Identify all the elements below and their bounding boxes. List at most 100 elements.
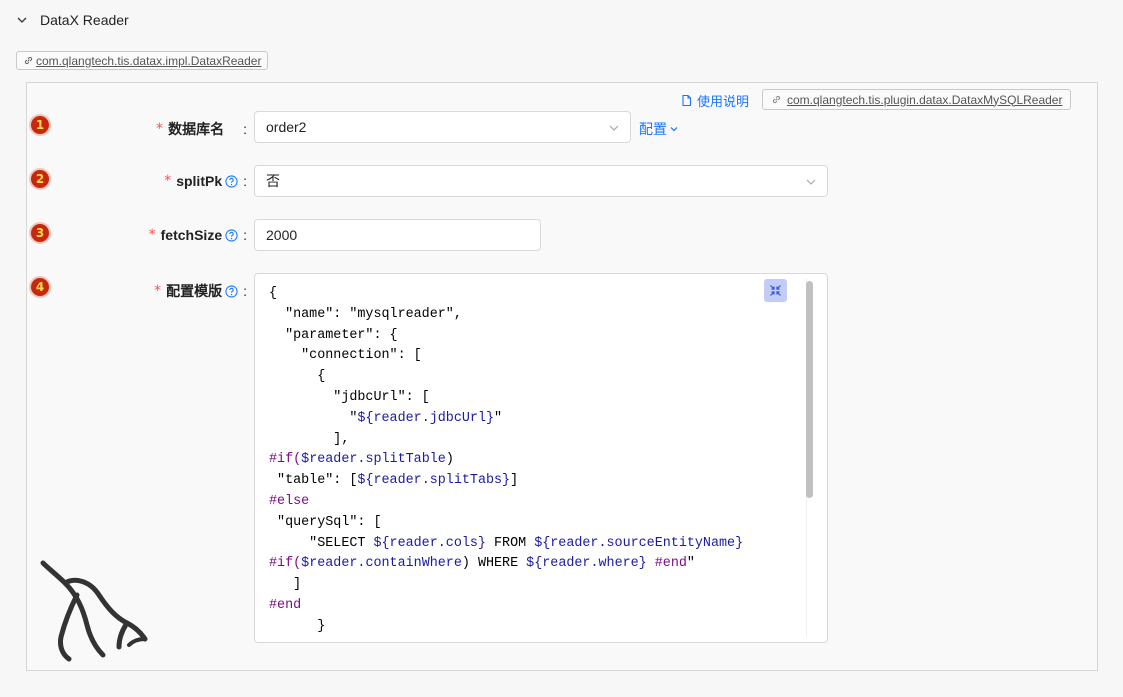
usage-doc-link[interactable]: 使用说明 — [680, 91, 749, 110]
code-line: "jdbcUrl": [ — [269, 388, 743, 409]
chevron-down-icon — [17, 17, 27, 23]
code-text: " — [494, 410, 503, 426]
code-text: ] — [269, 577, 302, 593]
field-label-text: 数据库名 — [168, 121, 225, 137]
code-line: "table": [${reader.splitTabs}] — [269, 471, 743, 492]
code-line: } — [269, 617, 743, 638]
question-circle-icon[interactable] — [225, 174, 238, 188]
code-line: #if($reader.splitTable) — [269, 450, 743, 471]
code-text: ] — [510, 473, 519, 489]
code-variable: ${reader.cols} — [373, 535, 486, 551]
code-text: "SELECT — [269, 535, 374, 551]
impl-class-tag[interactable]: com.qlangtech.tis.datax.impl.DataxReader — [16, 51, 269, 70]
code-text: "table": [ — [269, 473, 358, 489]
field-colon: : — [243, 173, 247, 189]
code-text: ) — [445, 452, 454, 468]
field-label-text: 配置模版 — [166, 283, 223, 299]
code-text: "name": "mysqlreader", — [269, 306, 462, 322]
step-badge-3: 3 — [29, 222, 51, 244]
usage-doc-label: 使用说明 — [697, 94, 750, 109]
code-keyword: #else — [269, 493, 310, 509]
fetchsize-input[interactable]: 2000 — [254, 219, 541, 251]
code-line: { — [269, 367, 743, 388]
code-text: "jdbcUrl": [ — [269, 389, 430, 405]
code-line: "querySql": [ — [269, 513, 743, 534]
code-text: } — [269, 618, 326, 634]
dbname-select[interactable]: order2 — [254, 111, 631, 143]
code-variable: $reader.splitTable — [301, 452, 446, 468]
code-text: ], — [269, 431, 350, 447]
code-text: ) WHERE — [461, 556, 527, 572]
code-content[interactable]: { "name": "mysqlreader", "parameter": { … — [269, 284, 743, 638]
document-icon — [682, 94, 692, 107]
code-line: "parameter": { — [269, 326, 743, 347]
shrink-editor-button[interactable] — [764, 279, 787, 302]
step-badge-1: 1 — [29, 114, 51, 136]
dbname-value: order2 — [266, 119, 307, 135]
field-colon: : — [243, 227, 247, 243]
shrink-icon — [770, 285, 781, 296]
plugin-class-tag[interactable]: com.qlangtech.tis.plugin.datax.DataxMySQ… — [762, 89, 1072, 110]
splitpk-select[interactable]: 否 — [254, 165, 828, 197]
link-icon — [772, 95, 781, 104]
step-badge-4: 4 — [29, 276, 51, 298]
code-text: " — [686, 556, 695, 572]
dbname-config-link[interactable]: 配置 — [639, 119, 679, 139]
required-marker: * — [164, 173, 172, 189]
required-marker: * — [156, 121, 164, 137]
code-variable: $reader.containWhere — [301, 556, 462, 572]
reader-config-panel: 使用说明 com.qlangtech.tis.plugin.datax.Data… — [26, 82, 1098, 671]
question-circle-icon[interactable] — [225, 284, 238, 298]
impl-class-name: com.qlangtech.tis.datax.impl.DataxReader — [36, 53, 262, 68]
field-label-template: * 配置模版 : — [154, 281, 247, 301]
field-label-splitpk: * splitPk : — [164, 173, 247, 189]
code-text: { — [269, 369, 326, 385]
editor-scrollbar[interactable] — [806, 281, 813, 498]
code-keyword: #if( — [269, 556, 302, 572]
chevron-down-icon — [609, 125, 619, 131]
datax-reader-collapse-header[interactable]: DataX Reader — [16, 12, 129, 28]
code-text: { — [269, 286, 278, 301]
field-label-text: fetchSize — [160, 227, 223, 243]
field-colon: : — [243, 121, 247, 137]
code-variable: ${reader.sourceEntityName} — [534, 535, 744, 551]
code-line: ] — [269, 575, 743, 596]
code-keyword: #end — [654, 556, 687, 572]
code-line: "name": "mysqlreader", — [269, 305, 743, 326]
chevron-down-icon — [670, 127, 678, 132]
section-title: DataX Reader — [40, 12, 129, 28]
code-variable: ${reader.jdbcUrl} — [357, 410, 495, 426]
code-line: #end — [269, 596, 743, 617]
step-badge-2: 2 — [29, 168, 51, 190]
code-text: FROM — [485, 535, 535, 551]
link-icon — [24, 56, 33, 65]
chevron-down-icon — [806, 179, 816, 185]
code-text: "parameter": { — [269, 327, 398, 343]
code-text: "querySql": [ — [269, 514, 382, 530]
code-text: "connection": [ — [269, 348, 422, 364]
fetchsize-value: 2000 — [266, 227, 298, 243]
required-marker: * — [154, 283, 162, 299]
field-label-dbname: * 数据库名 : — [156, 119, 247, 139]
field-colon: : — [243, 283, 247, 299]
required-marker: * — [148, 227, 156, 243]
code-line: "connection": [ — [269, 346, 743, 367]
code-variable: ${reader.splitTabs} — [357, 473, 511, 489]
code-line: "${reader.jdbcUrl}" — [269, 409, 743, 430]
code-keyword: #if( — [269, 452, 302, 468]
code-line: "SELECT ${reader.cols} FROM ${reader.sou… — [269, 534, 743, 555]
splitpk-value: 否 — [266, 173, 280, 189]
field-label-text: splitPk — [176, 173, 223, 189]
code-variable: ${reader.where} — [526, 556, 647, 572]
code-line: ], — [269, 430, 743, 451]
code-text: " — [269, 410, 358, 426]
plugin-class-name: com.qlangtech.tis.plugin.datax.DataxMySQ… — [787, 92, 1063, 107]
field-label-fetchsize: * fetchSize : — [149, 227, 247, 243]
mysql-dolphin-icon — [40, 560, 148, 662]
code-line: { — [269, 284, 743, 305]
question-circle-icon[interactable] — [225, 228, 238, 242]
code-line: #else — [269, 492, 743, 513]
template-code-editor[interactable]: { "name": "mysqlreader", "parameter": { … — [254, 273, 828, 643]
code-line: #if($reader.containWhere) WHERE ${reader… — [269, 554, 743, 575]
